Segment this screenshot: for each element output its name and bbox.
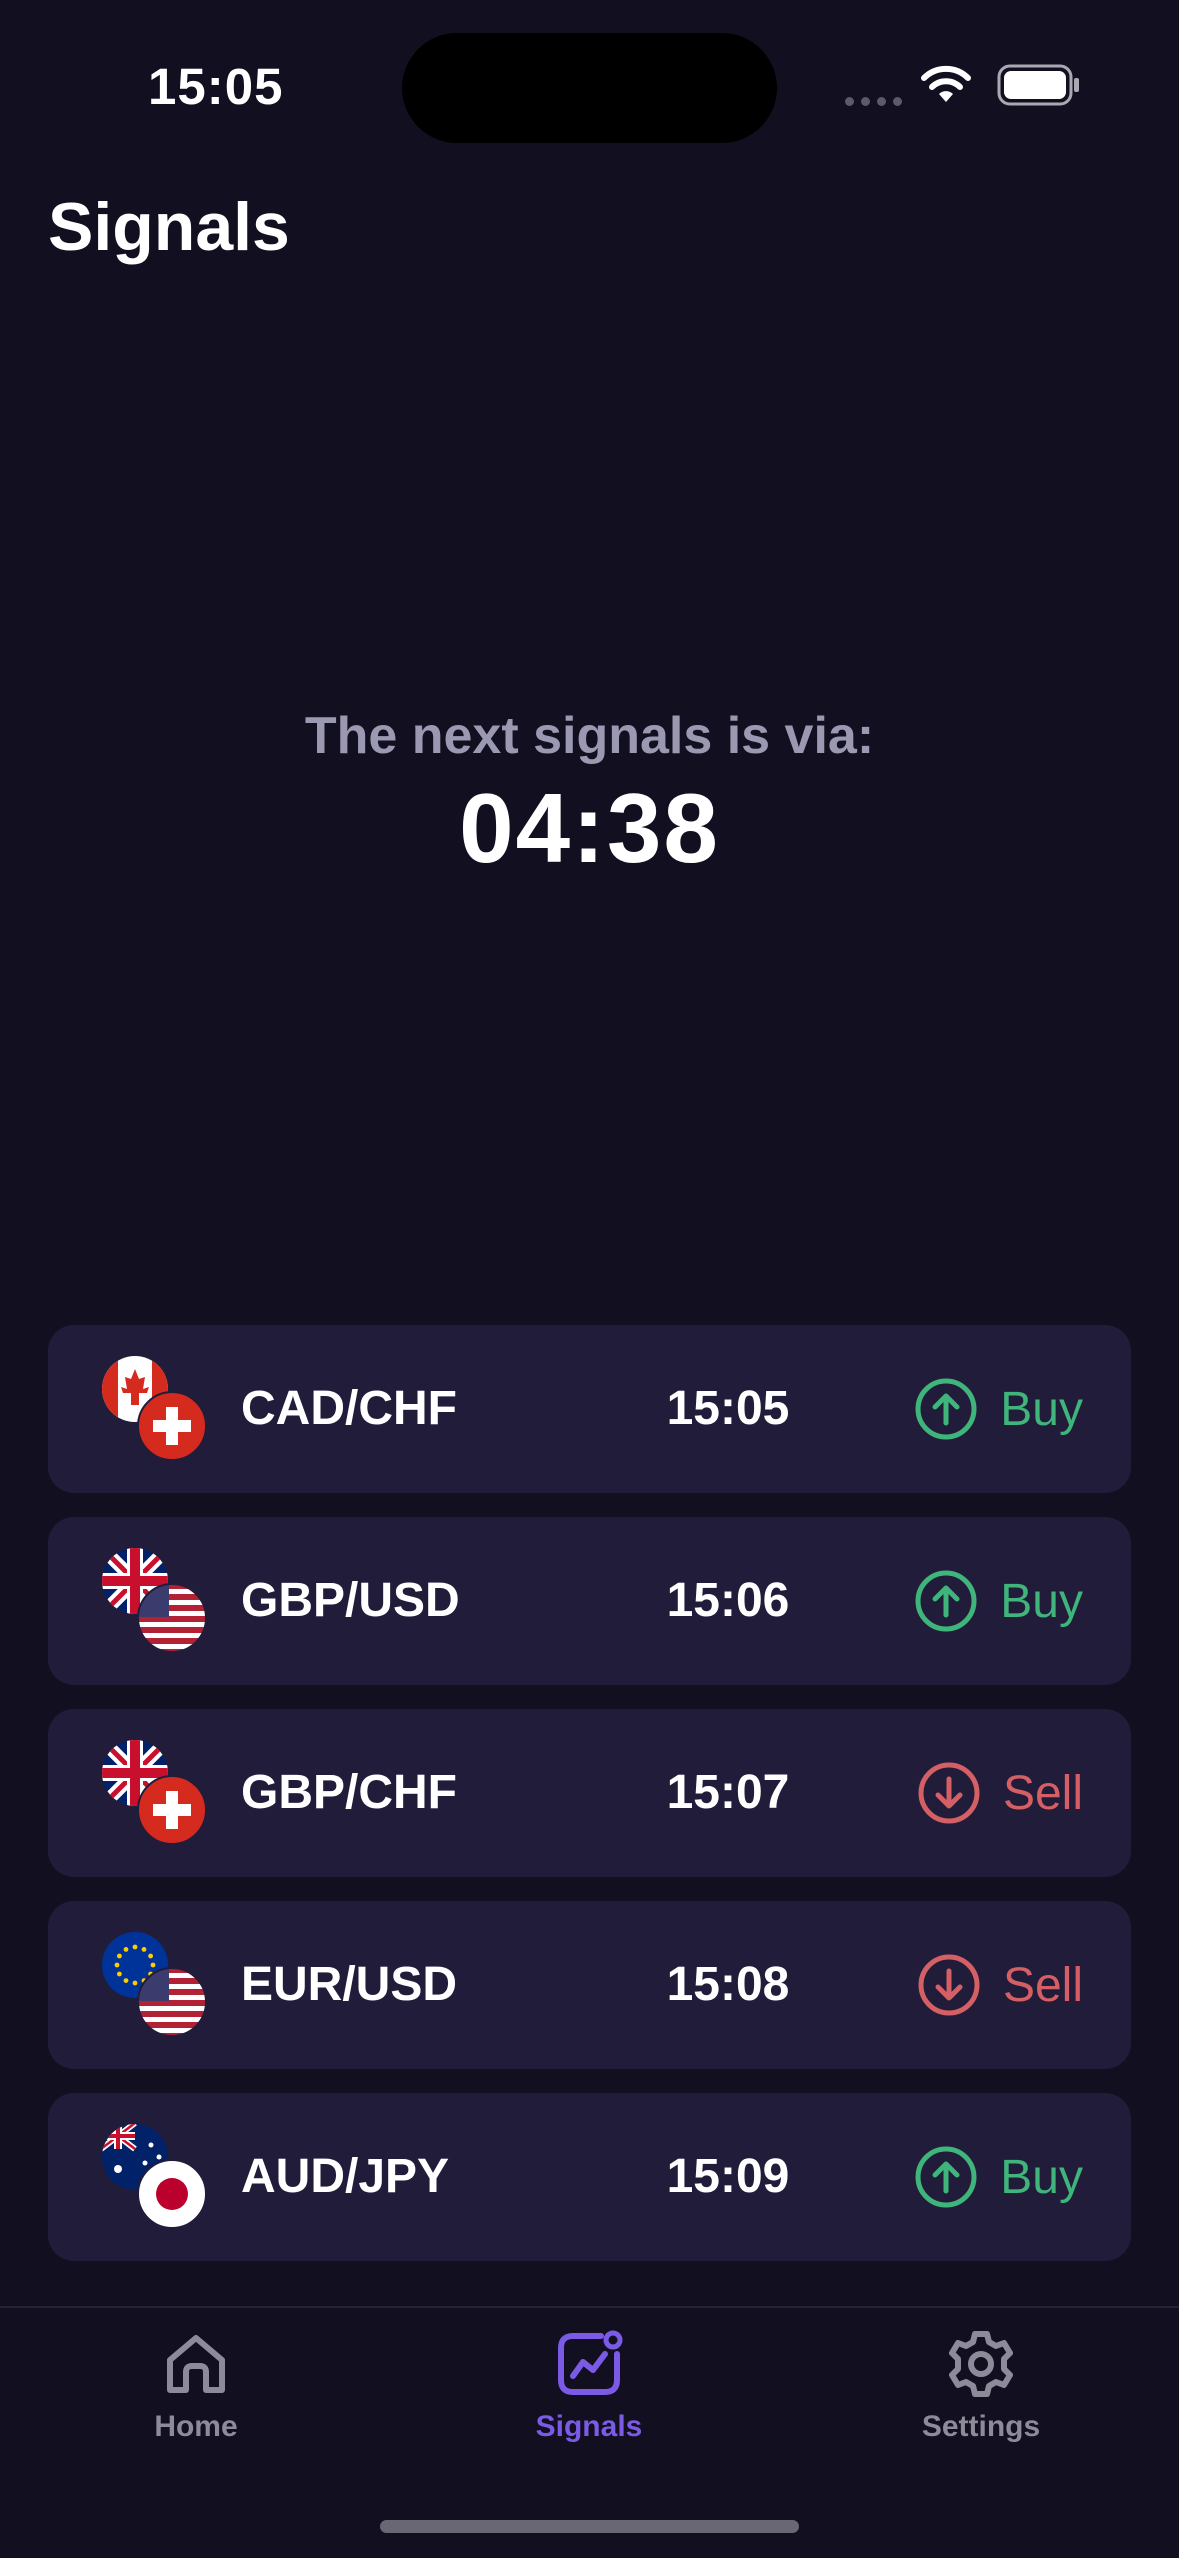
switzerland-flag-icon: [137, 1391, 207, 1461]
chart-icon: [558, 2330, 623, 2395]
direction-label: Buy: [1000, 1382, 1083, 1436]
page-title: Signals: [48, 189, 290, 265]
cellular-signal-icon: [845, 97, 902, 106]
japan-flag-icon: [137, 2159, 207, 2229]
status-time: 15:05: [148, 58, 284, 115]
home-icon: [167, 2335, 225, 2393]
currency-flags: [101, 2123, 211, 2233]
switzerland-flag-icon: [137, 1775, 207, 1845]
wifi-icon: [921, 65, 971, 102]
usa-flag-icon: [137, 1967, 207, 2037]
arrow-up-circle-icon: [915, 1570, 977, 1632]
currency-pair: AUD/JPY: [241, 2150, 450, 2203]
currency-flags: [101, 1931, 211, 2041]
signal-card[interactable]: GBP/USD 15:06 Buy: [48, 1517, 1131, 1685]
home-indicator: [380, 2520, 799, 2533]
usa-flag-icon: [137, 1583, 207, 1653]
dynamic-island: [402, 33, 777, 143]
direction-indicator: Buy: [914, 1325, 1083, 1493]
tab-signals[interactable]: Signals: [479, 2328, 699, 2444]
battery-icon: [997, 64, 1079, 106]
direction-indicator: Sell: [917, 1901, 1083, 2069]
tab-label: Signals: [535, 2410, 643, 2443]
countdown-timer: 04:38: [459, 773, 720, 883]
gear-icon: [949, 2331, 1013, 2397]
direction-label: Sell: [1002, 1958, 1083, 2012]
currency-pair: EUR/USD: [241, 1958, 458, 2011]
direction-indicator: Buy: [914, 1517, 1083, 1685]
direction-label: Buy: [1000, 1574, 1083, 1628]
signal-card[interactable]: AUD/JPY 15:09 Buy: [48, 2093, 1131, 2261]
countdown-label: The next signals is via:: [304, 707, 875, 765]
tab-label: Home: [154, 2410, 238, 2443]
direction-indicator: Sell: [917, 1709, 1083, 1877]
signal-time: 15:07: [666, 1766, 790, 1819]
signal-time: 15:09: [666, 2150, 790, 2203]
arrow-down-circle-icon: [918, 1762, 980, 1824]
tab-bar: Home Signals Settings: [0, 2306, 1179, 2558]
direction-indicator: Buy: [914, 2093, 1083, 2261]
direction-label: Sell: [1002, 1766, 1083, 1820]
direction-label: Buy: [1000, 2150, 1083, 2204]
signal-card[interactable]: EUR/USD 15:08 Sell: [48, 1901, 1131, 2069]
signal-time: 15:06: [666, 1574, 790, 1627]
arrow-down-circle-icon: [918, 1954, 980, 2016]
arrow-up-circle-icon: [915, 2146, 977, 2208]
signal-time: 15:05: [666, 1382, 790, 1435]
status-bar: 15:05: [0, 0, 1179, 150]
currency-flags: [101, 1739, 211, 1849]
tab-home[interactable]: Home: [86, 2328, 306, 2444]
tab-settings[interactable]: Settings: [871, 2328, 1091, 2444]
tab-label: Settings: [921, 2410, 1041, 2443]
signal-card[interactable]: GBP/CHF 15:07 Sell: [48, 1709, 1131, 1877]
currency-pair: GBP/USD: [241, 1574, 460, 1627]
signals-list: CAD/CHF 15:05 Buy GBP/USD 15:06 Buy GBP/…: [48, 1325, 1131, 2285]
arrow-up-circle-icon: [915, 1378, 977, 1440]
currency-flags: [101, 1355, 211, 1465]
currency-pair: CAD/CHF: [241, 1382, 457, 1435]
signal-time: 15:08: [666, 1958, 790, 2011]
signal-card[interactable]: CAD/CHF 15:05 Buy: [48, 1325, 1131, 1493]
currency-flags: [101, 1547, 211, 1657]
currency-pair: GBP/CHF: [241, 1766, 457, 1819]
